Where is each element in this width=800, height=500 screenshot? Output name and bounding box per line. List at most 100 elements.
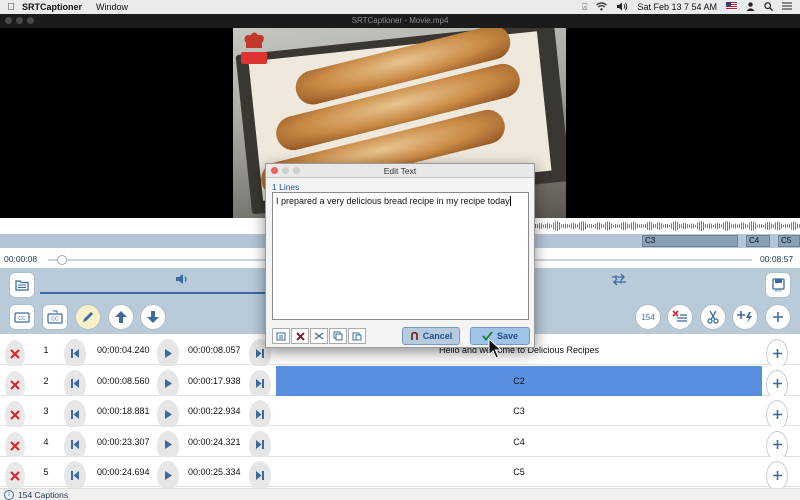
apple-icon[interactable]:  <box>0 2 22 13</box>
seek-start-button[interactable] <box>64 369 86 400</box>
caption-text-cell[interactable]: C4 <box>276 427 762 457</box>
play-caption-button[interactable] <box>157 400 179 431</box>
add-auto-caption-button[interactable] <box>733 305 757 329</box>
add-caption-button[interactable] <box>766 305 790 329</box>
waveform-bar <box>665 224 666 228</box>
caption-text-cell[interactable]: C5 <box>276 457 762 487</box>
play-caption-button[interactable] <box>157 461 179 492</box>
edit-text-dialog: Edit Text 1 Lines I prepared a very deli… <box>265 163 535 348</box>
caption-text-editor[interactable]: I prepared a very delicious bread recipe… <box>272 192 529 320</box>
waveform-bar <box>727 221 728 231</box>
move-down-button[interactable] <box>141 305 165 329</box>
insert-caption-button[interactable] <box>766 461 788 492</box>
seek-end-button[interactable] <box>249 430 271 461</box>
caption-end-time[interactable]: 00:00:08.057 <box>188 335 241 365</box>
caption-row[interactable]: 2 00:00:08.560 00:00:17.938 C2 <box>0 365 800 401</box>
skip-back-icon <box>70 439 80 452</box>
insert-caption-button[interactable] <box>766 400 788 431</box>
caption-text-cell[interactable]: C3 <box>276 396 762 426</box>
open-file-button[interactable] <box>10 273 34 297</box>
dialog-tools <box>272 328 366 344</box>
speed-adjust-icon[interactable] <box>611 273 627 288</box>
spotlight-search-icon[interactable] <box>764 1 774 13</box>
caption-row[interactable]: 3 00:00:18.881 00:00:22.934 C3 <box>0 396 800 432</box>
flag-icon[interactable] <box>726 2 737 12</box>
scissors-icon <box>707 310 719 324</box>
user-icon[interactable] <box>746 1 755 13</box>
export-captions-button[interactable]: CC <box>43 305 67 329</box>
caption-row[interactable]: 5 00:00:24.694 00:00:25.334 C5 <box>0 457 800 493</box>
clear-text-icon[interactable] <box>291 328 309 344</box>
play-icon <box>164 348 173 361</box>
window-minimize-button[interactable] <box>16 17 23 24</box>
import-icon: CC <box>14 312 30 323</box>
seek-start-button[interactable] <box>64 430 86 461</box>
waveform-bar <box>783 224 784 228</box>
cancel-button[interactable]: Cancel <box>402 327 460 345</box>
waveform-bar <box>733 224 734 228</box>
dialog-close-button[interactable] <box>271 167 278 174</box>
copy-text-icon[interactable] <box>329 328 347 344</box>
menubar-clock[interactable]: Sat Feb 13 7 54 AM <box>637 2 717 12</box>
caption-end-time[interactable]: 00:00:22.934 <box>188 396 241 426</box>
seek-end-button[interactable] <box>249 461 271 492</box>
insert-caption-button[interactable] <box>766 430 788 461</box>
insert-caption-button[interactable] <box>766 369 788 400</box>
waveform-bar <box>535 223 536 229</box>
caption-start-time[interactable]: 00:00:18.881 <box>97 396 150 426</box>
caption-end-time[interactable]: 00:00:25.334 <box>188 457 241 487</box>
menu-window[interactable]: Window <box>96 2 128 12</box>
caption-text-cell[interactable]: C2 <box>276 365 762 396</box>
waveform-bar <box>707 224 708 228</box>
seek-end-button[interactable] <box>249 400 271 431</box>
window-titlebar: SRTCaptioner - Movie.mp4 <box>0 14 800 28</box>
caption-start-time[interactable]: 00:00:24.694 <box>97 457 150 487</box>
seek-start-button[interactable] <box>64 461 86 492</box>
caption-start-time[interactable]: 00:00:23.307 <box>97 427 150 457</box>
wifi-icon[interactable] <box>596 1 608 13</box>
waveform-bar <box>711 223 712 229</box>
waveform-bar <box>621 222 622 230</box>
caption-block[interactable]: C4 <box>746 235 770 247</box>
play-caption-button[interactable] <box>157 430 179 461</box>
window-close-button[interactable] <box>5 17 12 24</box>
window-zoom-button[interactable] <box>27 17 34 24</box>
menu-app-name[interactable]: SRTCaptioner <box>22 2 82 12</box>
waveform-bar <box>681 224 682 228</box>
volume-control-icon[interactable] <box>175 273 189 287</box>
delete-all-captions-button[interactable] <box>668 305 692 329</box>
waveform-bar <box>739 224 740 228</box>
bluetooth-icon[interactable]: ⍓ <box>582 2 587 13</box>
play-caption-button[interactable] <box>157 369 179 400</box>
line-count-label: 1 Lines <box>272 182 300 192</box>
import-captions-button[interactable]: CC <box>10 305 34 329</box>
insert-caption-button[interactable] <box>766 339 788 369</box>
caption-start-time[interactable]: 00:00:08.560 <box>97 366 150 396</box>
caption-start-time[interactable]: 00:00:04.240 <box>97 335 150 365</box>
edit-caption-button[interactable] <box>76 305 100 329</box>
seek-end-button[interactable] <box>249 369 271 400</box>
move-up-button[interactable] <box>109 305 133 329</box>
paste-text-icon[interactable] <box>348 328 366 344</box>
waveform-bar <box>661 223 662 229</box>
seek-start-button[interactable] <box>64 400 86 431</box>
seek-start-button[interactable] <box>64 339 86 369</box>
play-caption-button[interactable] <box>157 339 179 369</box>
caption-end-time[interactable]: 00:00:24.321 <box>188 427 241 457</box>
paste-format-icon[interactable] <box>272 328 290 344</box>
channel-logo <box>241 32 267 64</box>
seek-handle[interactable] <box>57 255 67 265</box>
split-caption-button[interactable] <box>701 305 725 329</box>
caption-count-badge[interactable]: 154 <box>636 305 660 329</box>
caption-block[interactable]: C3 <box>642 235 738 247</box>
volume-icon[interactable] <box>616 2 628 13</box>
waveform-bar <box>667 223 668 229</box>
waveform-bar <box>765 223 766 229</box>
volume-slider[interactable] <box>40 292 266 294</box>
caption-row[interactable]: 4 00:00:23.307 00:00:24.321 C4 <box>0 426 800 462</box>
cut-text-icon[interactable] <box>310 328 328 344</box>
save-srt-button[interactable]: SRT <box>766 273 790 297</box>
control-center-icon[interactable] <box>782 2 792 12</box>
caption-end-time[interactable]: 00:00:17.938 <box>188 366 241 396</box>
caption-block[interactable]: C5 <box>778 235 800 247</box>
